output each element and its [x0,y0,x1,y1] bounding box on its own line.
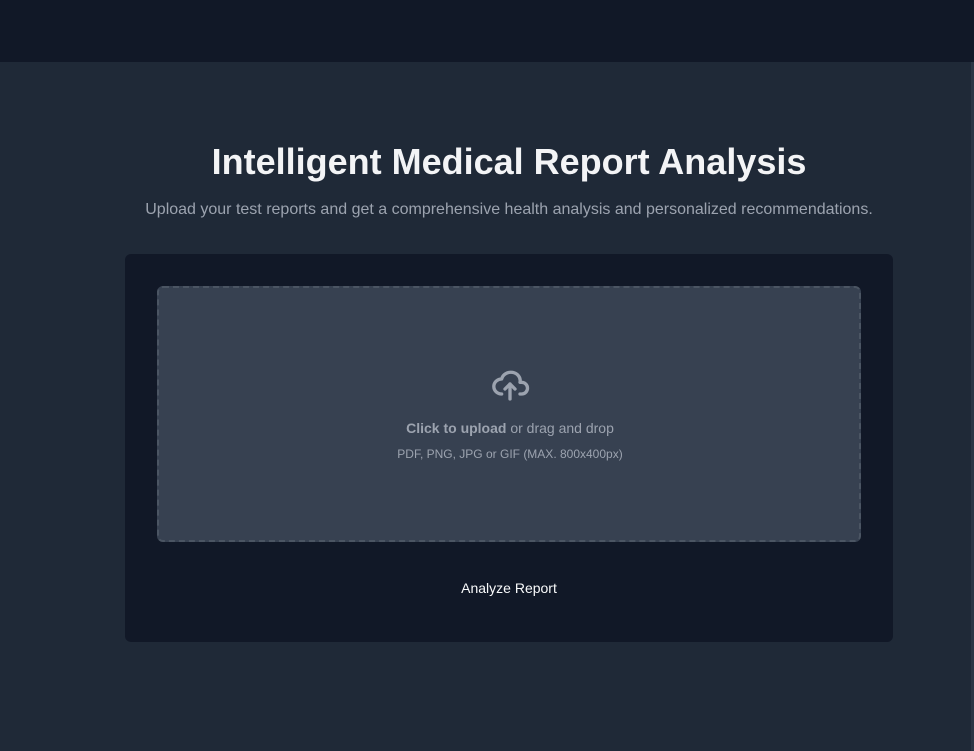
upload-card: Click to upload or drag and drop PDF, PN… [125,254,893,642]
file-type-hint: PDF, PNG, JPG or GIF (MAX. 800x400px) [397,447,623,461]
page-subtitle: Upload your test reports and get a compr… [145,201,873,218]
file-dropzone[interactable]: Click to upload or drag and drop PDF, PN… [157,286,861,542]
analyze-report-button[interactable]: Analyze Report [409,574,609,602]
drag-drop-label: or drag and drop [510,420,614,436]
page-title: Intelligent Medical Report Analysis [211,141,807,182]
upload-instruction: Click to upload or drag and drop [159,419,861,437]
top-navigation-bar [0,0,974,62]
click-to-upload-label[interactable]: Click to upload [406,420,506,436]
cloud-upload-icon [492,370,530,401]
